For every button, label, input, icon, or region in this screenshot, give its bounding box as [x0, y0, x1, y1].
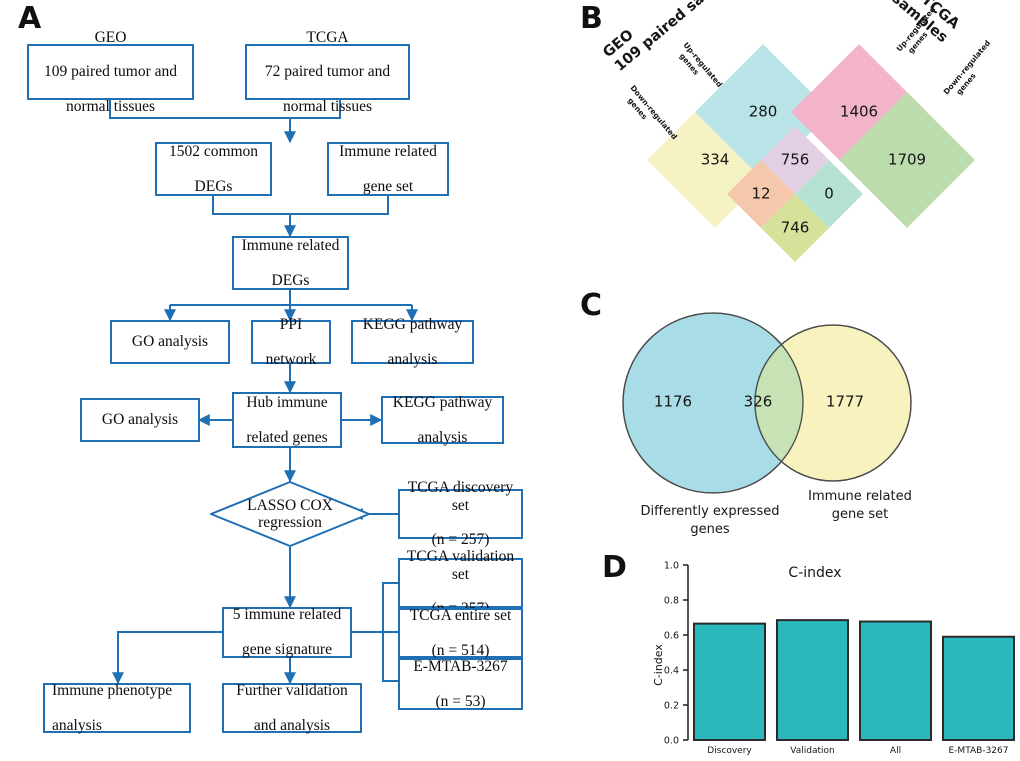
flow-box-immune-degs-line1: Immune related — [241, 236, 340, 254]
chart-y-tick-label: 0.6 — [664, 631, 679, 642]
flow-box-immune-degs: Immune related DEGs — [232, 236, 349, 290]
flow-box-common-degs-line2: DEGs — [194, 177, 233, 195]
venn2-value-intersection: 326 — [744, 393, 773, 411]
venn4-value-geo-down-tcga-up: 12 — [751, 185, 770, 203]
flow-box-ppi-network-line2: network — [265, 350, 317, 368]
flow-box-immune-gene-set: Immune related gene set — [327, 142, 449, 196]
flow-box-geo-line1: GEO — [94, 28, 127, 46]
chart-y-tick-label: 0.2 — [664, 701, 679, 712]
flow-box-go-analysis-1-label: GO analysis — [131, 333, 209, 351]
venn2-diagram: 1176 326 1777 Differently expressed gene… — [622, 312, 912, 537]
flow-box-kegg-pathway-2-line1: KEGG pathway — [392, 393, 493, 411]
flow-box-tcga-validation-set: TCGA validation set (n = 257) — [398, 548, 523, 617]
venn2-label-right-line1: Immune related — [808, 489, 912, 504]
flow-box-tcga-line1: TCGA — [306, 28, 349, 46]
flow-box-common-degs-line1: 1502 common — [168, 142, 259, 160]
flow-box-tcga-validation-set-line1: TCGA validation set — [406, 548, 515, 583]
flow-box-emtab-3267: E-MTAB-3267 (n = 53) — [398, 658, 523, 710]
flow-box-tcga: TCGA 72 paired tumor and normal tissues — [245, 29, 410, 115]
flow-box-ppi-network: PPI network — [251, 316, 331, 368]
flow-box-tcga-entire-set-line2: (n = 514) — [431, 641, 490, 659]
chart-x-tick-labels: Discovery Validation All E-MTAB-3267 — [707, 746, 1008, 756]
flow-box-kegg-pathway-2: KEGG pathway analysis — [381, 393, 504, 446]
panel-b-venn4: B 334 280 1406 1709 756 12 0 746 GEO 109… — [570, 0, 1020, 300]
venn4-value-tcga-down: 1709 — [888, 151, 926, 169]
flow-box-tcga-entire-set: TCGA entire set (n = 514) — [398, 606, 523, 659]
chart-y-ticks: 0.0 0.2 0.4 0.6 0.8 1.0 — [664, 561, 688, 747]
figure-root: A GEO 109 paired tumor and normal tissue… — [0, 0, 1020, 761]
flow-box-hub-genes-line2: related genes — [246, 428, 328, 446]
chart-x-tick-label: All — [890, 746, 901, 756]
chart-x-tick-label: E-MTAB-3267 — [949, 746, 1009, 756]
flow-box-emtab-3267-line2: (n = 53) — [435, 692, 486, 710]
chart-bar — [693, 622, 766, 741]
chart-bar — [859, 620, 932, 741]
chart-x-tick-label: Validation — [790, 746, 834, 756]
flow-box-go-analysis-2: GO analysis — [80, 398, 200, 442]
chart-bar — [776, 619, 849, 741]
chart-bars — [693, 619, 1015, 741]
venn4-value-geo-down: 334 — [701, 151, 730, 169]
flow-box-geo-line3: normal tissues — [65, 98, 156, 116]
venn2-label-left-line2: genes — [690, 522, 729, 537]
flow-box-kegg-pathway-1: KEGG pathway analysis — [351, 316, 474, 368]
venn2-label-left-line1: Differently expressed — [641, 504, 780, 519]
venn4-value-geo-up-tcga-up: 756 — [781, 151, 810, 169]
venn4-value-geo-up: 280 — [749, 103, 778, 121]
flow-box-tcga-discovery-set: TCGA discovery set (n = 257) — [398, 479, 523, 548]
flow-box-go-analysis-2-label: GO analysis — [101, 411, 179, 429]
flow-box-gene-signature: 5 immune related gene signature — [222, 606, 352, 659]
panel-a-flowchart: A GEO 109 paired tumor and normal tissue… — [0, 0, 570, 761]
chart-y-tick-label: 0.0 — [664, 736, 679, 747]
flow-diamond-lasso-cox: LASSO COX regression — [210, 481, 370, 547]
flow-box-hub-genes: Hub immune related genes — [232, 392, 342, 448]
chart-x-tick-label: Discovery — [707, 746, 752, 756]
flow-box-tcga-discovery-set-line2: (n = 257) — [431, 531, 490, 549]
flow-box-tcga-discovery-set-line1: TCGA discovery set — [407, 479, 514, 514]
flow-box-immune-degs-line2: DEGs — [271, 271, 310, 289]
chart-y-tick-label: 0.8 — [664, 596, 679, 607]
chart-y-tick-label: 0.4 — [664, 666, 679, 677]
flow-box-tcga-line2: 72 paired tumor and — [264, 63, 391, 81]
venn4-diagram: 334 280 1406 1709 756 12 0 746 GEO 109 p… — [600, 0, 992, 262]
flow-box-immune-phenotype-line1: Immune phenotype — [52, 681, 173, 699]
flow-box-go-analysis-1: GO analysis — [110, 320, 230, 364]
chart-bar — [942, 635, 1015, 741]
flow-box-further-validation-line2: and analysis — [253, 716, 331, 734]
flow-box-geo-line2: 109 paired tumor and — [43, 63, 177, 81]
venn4-value-tcga-up: 1406 — [840, 103, 878, 121]
flow-box-immune-gene-set-line2: gene set — [362, 177, 414, 195]
flow-box-gene-signature-line2: gene signature — [242, 641, 332, 659]
flow-diamond-lasso-line2: regression — [258, 514, 322, 531]
flow-box-kegg-pathway-1-line2: analysis — [387, 350, 438, 368]
chart-y-tick-label: 1.0 — [664, 561, 679, 572]
flow-box-geo: GEO 109 paired tumor and normal tissues — [27, 29, 194, 115]
flow-box-emtab-3267-line1: E-MTAB-3267 — [413, 657, 508, 675]
c-index-bar-chart: C-index C-index 0.00.20.40.60.81.0 Disco… — [652, 561, 1015, 756]
flow-box-kegg-pathway-2-line2: analysis — [417, 428, 468, 446]
venn4-value-geo-down-tcga-down: 746 — [781, 219, 810, 237]
flow-box-immune-gene-set-line1: Immune related — [339, 142, 437, 160]
venn2-value-left-only: 1176 — [654, 393, 692, 411]
flow-box-immune-phenotype-line2: analysis — [52, 716, 102, 734]
flow-diamond-lasso-line1: LASSO COX — [247, 496, 333, 514]
venn4-value-geo-up-tcga-down: 0 — [824, 185, 834, 203]
venn2-label-right-line2: gene set — [832, 507, 889, 522]
flow-box-hub-genes-line1: Hub immune — [246, 393, 328, 411]
flow-box-further-validation: Further validation and analysis — [222, 681, 362, 734]
flow-box-tcga-line3: normal tissues — [282, 98, 373, 116]
flow-box-immune-phenotype: Immune phenotype analysis — [43, 681, 191, 734]
flow-box-ppi-network-line1: PPI — [279, 315, 303, 333]
panel-d-barchart: D C-index C-index 0.0 0.2 0.4 0.6 0.8 1.0 Dis… — [600, 545, 1020, 761]
flow-box-common-degs: 1502 common DEGs — [155, 142, 272, 196]
panel-c-venn2: C 1176 326 1777 Differently expressed ge… — [570, 285, 1020, 550]
flow-box-tcga-entire-set-line1: TCGA entire set — [409, 606, 512, 624]
chart-title: C-index — [788, 565, 841, 581]
flow-box-kegg-pathway-1-line1: KEGG pathway — [362, 315, 463, 333]
flow-box-gene-signature-line1: 5 immune related — [232, 606, 342, 624]
flow-box-further-validation-line1: Further validation — [236, 681, 348, 699]
venn2-value-right-only: 1777 — [826, 393, 864, 411]
